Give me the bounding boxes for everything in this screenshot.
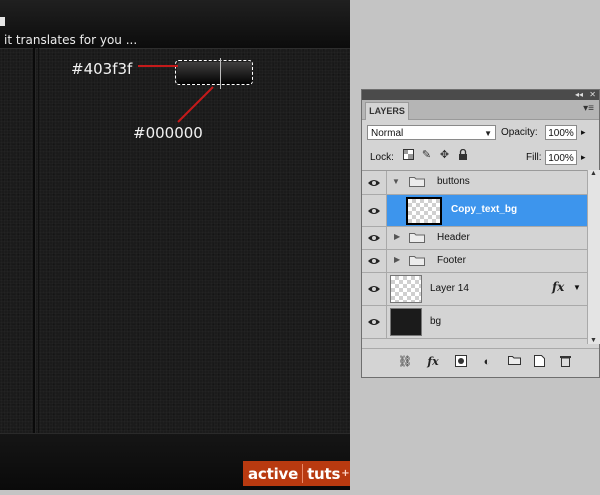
collapse-icon[interactable]: ◂◂ xyxy=(575,90,583,100)
layer-name: Header xyxy=(437,232,470,243)
fill-label: Fill: xyxy=(526,152,542,163)
blend-mode-value: Normal xyxy=(371,128,404,139)
layers-scrollbar[interactable]: ▲ ▼ xyxy=(587,170,600,344)
visibility-cell xyxy=(362,227,387,249)
layers-list: ▼ buttons Copy_text_bg ▶ Header ▶ Footer… xyxy=(362,170,587,345)
scroll-up-icon[interactable]: ▲ xyxy=(590,170,597,177)
expand-arrow-open-icon[interactable]: ▼ xyxy=(392,177,400,186)
visibility-cell xyxy=(362,195,387,226)
layer-name: Layer 14 xyxy=(430,283,469,294)
layer-name: bg xyxy=(430,316,442,327)
fx-icon[interactable]: fx xyxy=(426,355,440,369)
close-icon[interactable]: ✕ xyxy=(589,90,596,100)
panel-bottom-bar: ⛓ fx ◐ xyxy=(362,348,599,378)
trash-icon[interactable] xyxy=(558,355,572,369)
lock-all-icon[interactable] xyxy=(456,148,469,162)
eye-icon[interactable] xyxy=(368,317,380,327)
fill-input[interactable]: 100% xyxy=(545,150,577,165)
layer-name: buttons xyxy=(437,176,470,187)
new-layer-icon[interactable] xyxy=(532,355,546,369)
visibility-cell xyxy=(362,273,387,305)
activetuts-logo: active tuts + xyxy=(243,461,350,486)
expand-effects-arrow-icon[interactable]: ▼ xyxy=(573,283,581,292)
layer-row-bg[interactable]: bg xyxy=(362,306,587,339)
fill-slider-arrow-icon[interactable]: ▸ xyxy=(581,152,586,163)
logo-text-tuts: tuts xyxy=(307,464,341,483)
layer-thumbnail[interactable] xyxy=(390,275,422,303)
layer-name: Copy_text_bg xyxy=(451,204,518,215)
new-group-icon[interactable] xyxy=(507,355,521,369)
panel-titlebar[interactable]: ◂◂ ✕ xyxy=(362,90,599,100)
eye-icon[interactable] xyxy=(368,233,380,243)
folder-icon xyxy=(409,233,425,243)
folder-icon xyxy=(409,256,425,266)
tab-layers[interactable]: LAYERS xyxy=(365,102,409,120)
eye-icon[interactable] xyxy=(368,284,380,294)
layer-row-layer-14[interactable]: Layer 14 fx ▼ xyxy=(362,273,587,306)
folder-icon xyxy=(409,177,425,187)
opacity-slider-arrow-icon[interactable]: ▸ xyxy=(581,127,586,138)
eye-icon[interactable] xyxy=(368,178,380,188)
lock-move-icon[interactable]: ✥ xyxy=(438,149,451,162)
eye-icon[interactable] xyxy=(368,256,380,266)
logo-text-active: active xyxy=(248,464,299,483)
fx-icon[interactable]: fx xyxy=(552,280,564,294)
opacity-input[interactable]: 100% xyxy=(545,125,577,140)
layer-row-footer[interactable]: ▶ Footer xyxy=(362,250,587,273)
layer-row-copy-text-bg[interactable]: Copy_text_bg xyxy=(362,195,587,227)
eye-icon[interactable] xyxy=(368,206,380,216)
scroll-down-icon[interactable]: ▼ xyxy=(590,337,597,344)
chevron-down-icon: ▼ xyxy=(484,129,492,138)
lock-label: Lock: xyxy=(370,152,394,163)
layer-row-buttons[interactable]: ▼ buttons xyxy=(362,171,587,195)
expand-arrow-closed-icon[interactable]: ▶ xyxy=(394,255,400,264)
visibility-cell xyxy=(362,250,387,272)
color-annotation-bottom: #000000 xyxy=(133,124,203,142)
layer-thumbnail[interactable] xyxy=(390,308,422,336)
design-canvas: it translates for you ... #403f3f #00000… xyxy=(0,0,350,490)
visibility-cell xyxy=(362,306,387,338)
layer-name: Footer xyxy=(437,255,466,266)
visibility-cell xyxy=(362,171,387,194)
logo-divider xyxy=(302,464,304,483)
annotation-pointer-bottom xyxy=(177,86,214,123)
layers-panel: ◂◂ ✕ LAYERS ▾≡ Normal ▼ Opacity: 100% ▸ … xyxy=(361,89,600,378)
adjustment-icon[interactable]: ◐ xyxy=(480,355,494,369)
panel-menu-icon[interactable]: ▾≡ xyxy=(583,103,594,114)
logo-plus: + xyxy=(341,468,350,479)
link-layers-icon[interactable]: ⛓ xyxy=(398,355,412,369)
lock-paint-icon[interactable]: ✎ xyxy=(420,149,433,162)
opacity-label: Opacity: xyxy=(501,127,538,138)
mask-icon[interactable] xyxy=(454,355,468,369)
panel-tab-row: LAYERS ▾≡ xyxy=(362,100,599,120)
layer-thumbnail[interactable] xyxy=(406,197,442,225)
lock-transparent-icon[interactable] xyxy=(402,149,415,162)
layer-row-header[interactable]: ▶ Header xyxy=(362,227,587,250)
blend-mode-select[interactable]: Normal ▼ xyxy=(367,125,496,140)
expand-arrow-closed-icon[interactable]: ▶ xyxy=(394,232,400,241)
